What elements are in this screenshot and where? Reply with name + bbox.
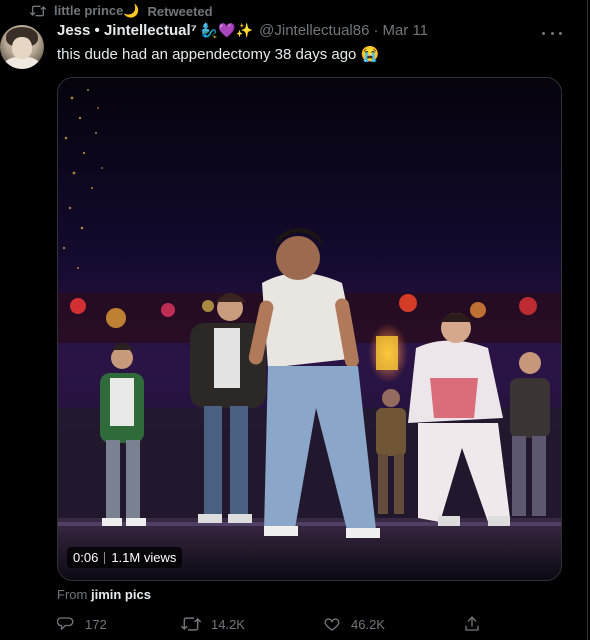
share-button[interactable]	[463, 615, 481, 633]
retweet-icon	[30, 4, 46, 18]
retweet-header: little prince🌙 Retweeted	[30, 3, 213, 19]
avatar[interactable]	[0, 25, 44, 69]
author-line: Jess • Jintellectual⁷ 🧞‍♂️💜✨ @Jintellect…	[57, 22, 428, 39]
author-emojis: 🧞‍♂️💜✨	[200, 22, 254, 38]
reply-count: 172	[85, 616, 107, 632]
tweet-text: this dude had an appendectomy 38 days ag…	[57, 46, 380, 63]
reply-icon	[57, 615, 75, 633]
more-icon[interactable]	[542, 26, 562, 40]
video-frame	[58, 78, 561, 580]
retweet-count: 14.2K	[211, 616, 245, 632]
source-prefix: From	[57, 587, 88, 602]
retweeter-name[interactable]: little prince🌙	[54, 3, 140, 19]
share-icon	[463, 615, 481, 633]
column-divider	[587, 0, 588, 640]
heart-icon	[323, 615, 341, 633]
action-bar: 172 14.2K 46.2K	[57, 615, 487, 637]
retweet-button[interactable]: 14.2K	[181, 615, 245, 633]
media-source: From jimin pics	[57, 587, 151, 602]
retweet-icon	[181, 615, 201, 633]
tweet-date[interactable]: Mar 11	[382, 22, 428, 39]
like-count: 46.2K	[351, 616, 385, 632]
retweeted-label: Retweeted	[147, 3, 213, 19]
video-views: 1.1M views	[111, 550, 177, 565]
video-stats-badge: 0:06 1.1M views	[67, 547, 183, 568]
video-duration: 0:06	[73, 550, 99, 565]
reply-button[interactable]: 172	[57, 615, 107, 633]
source-name[interactable]: jimin pics	[91, 587, 151, 602]
author-handle[interactable]: @Jintellectual86	[259, 22, 369, 39]
tweet[interactable]: little prince🌙 Retweeted Jess • Jintelle…	[0, 0, 590, 640]
like-button[interactable]: 46.2K	[323, 615, 385, 633]
video-player[interactable]: 0:06 1.1M views	[57, 77, 562, 581]
author-display-name[interactable]: Jess • Jintellectual⁷	[57, 22, 197, 39]
separator-dot: ·	[373, 22, 379, 39]
